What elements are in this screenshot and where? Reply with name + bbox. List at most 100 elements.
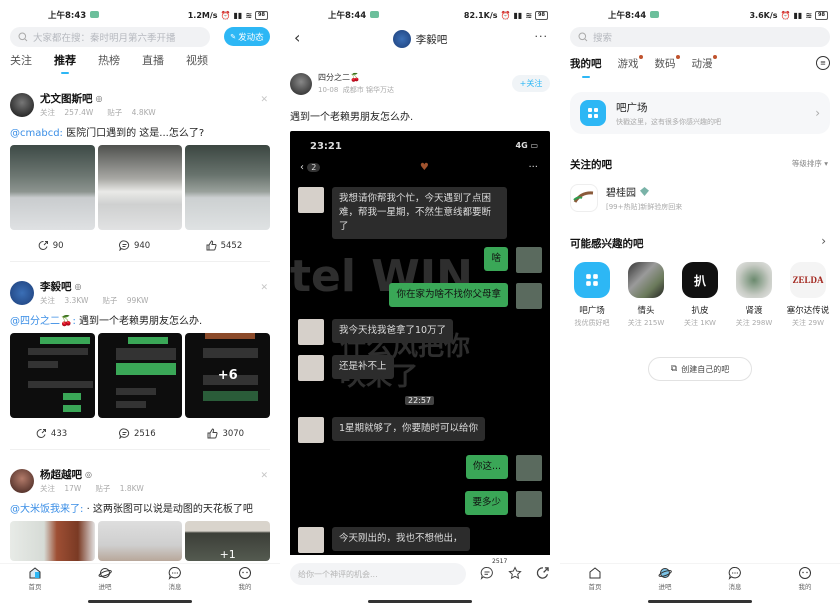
recommended-forum[interactable]: 扒 扒皮 关注 1KW: [676, 262, 724, 328]
home-indicator[interactable]: [648, 600, 752, 603]
recommended-forum[interactable]: 吧广场 找优质好吧: [568, 262, 616, 328]
sign-in-icon[interactable]: ≡: [816, 56, 830, 70]
forum-avatar[interactable]: [10, 280, 34, 305]
phone-home-feed: 上午8:43 1.2M/s ⏰ ▮▮ ≋ 98 大家都在搜：秦时明月第六季开播 ✎ 发动态…: [0, 0, 280, 607]
mention-link[interactable]: @四分之二🍒:: [10, 316, 76, 327]
search-input[interactable]: 大家都在搜：秦时明月第六季开播: [10, 27, 210, 47]
level-badge-icon: [640, 187, 649, 196]
close-icon[interactable]: ✕: [260, 283, 268, 293]
comments-button[interactable]: 2517: [480, 558, 507, 584]
close-icon[interactable]: ✕: [260, 95, 268, 105]
share-button[interactable]: [536, 565, 550, 584]
tab-video[interactable]: 视频: [186, 52, 208, 74]
post-text: 遇到一个老赖男朋友怎么办.: [290, 112, 414, 123]
home-indicator[interactable]: [88, 600, 192, 603]
forum-avatar[interactable]: [10, 468, 34, 493]
feed-post[interactable]: 杨超越吧 ◎ 关注 17W 贴子 1.8KW ✕ @大米饭我来了: · 这两张图可以…: [0, 467, 280, 561]
forum-title: 李毅吧: [415, 33, 448, 46]
nav-messages[interactable]: 消息: [728, 566, 742, 593]
chevron-right-icon[interactable]: ›: [821, 234, 826, 248]
sort-dropdown[interactable]: 等级排序 ▾: [792, 158, 828, 169]
post-image[interactable]: [10, 521, 95, 561]
author-name[interactable]: 四分之二🍒: [318, 72, 394, 83]
forum-name: 塞尔达传说: [786, 306, 830, 316]
tab-recommend[interactable]: 推荐: [54, 52, 76, 74]
forum-logo: [736, 262, 772, 298]
home-indicator[interactable]: [368, 600, 472, 603]
more-options-icon[interactable]: ···: [535, 30, 549, 43]
comment-icon: [480, 566, 493, 580]
author-avatar[interactable]: [290, 72, 312, 95]
share-button[interactable]: 433: [36, 428, 67, 439]
notification-dot: [675, 55, 680, 59]
nav-forums[interactable]: 进吧: [98, 566, 112, 593]
nav-home[interactable]: 首页: [28, 566, 42, 593]
tab-digital[interactable]: 数码: [655, 55, 680, 78]
more-images-count: +1: [219, 548, 236, 561]
comment-button[interactable]: 2516: [119, 428, 156, 439]
recommended-forum[interactable]: 情头 关注 215W: [622, 262, 670, 328]
network-speed: 1.2M/s: [187, 10, 218, 20]
like-button[interactable]: 3070: [207, 428, 244, 439]
post-image[interactable]: [10, 145, 95, 230]
nav-messages-label: 消息: [168, 583, 182, 591]
nav-messages[interactable]: 消息: [168, 566, 182, 593]
recommended-forum[interactable]: ZELDA 塞尔达传说 关注 29W: [784, 262, 832, 328]
forum-header[interactable]: 李毅吧: [280, 30, 560, 48]
tab-live[interactable]: 直播: [142, 52, 164, 74]
nav-profile[interactable]: 我的: [238, 566, 252, 593]
like-button[interactable]: 5452: [206, 240, 242, 251]
chat-message: 你在家为啥不找你父母拿: [389, 283, 542, 309]
mention-link[interactable]: @cmabcd:: [10, 128, 63, 139]
post-image[interactable]: [10, 333, 95, 418]
verified-icon: ◎: [85, 470, 92, 479]
nav-home[interactable]: 首页: [588, 566, 602, 593]
share-count: 433: [50, 428, 68, 439]
nav-profile[interactable]: 我的: [798, 566, 812, 593]
forum-name[interactable]: 李毅吧: [40, 279, 72, 294]
message-notification-icon: [90, 11, 100, 18]
tab-anime[interactable]: 动漫: [692, 55, 717, 78]
comment-count: 2517: [492, 557, 508, 565]
post-button-label: 发动态: [238, 32, 264, 43]
share-button[interactable]: 90: [38, 240, 64, 251]
followed-forum-item[interactable]: 碧桂园 [99+热贴]新鲜验房回来: [570, 184, 682, 212]
create-forum-button[interactable]: ⧉ 创建自己的吧: [648, 357, 752, 381]
divider: [10, 261, 270, 262]
thumbs-up-icon: [206, 240, 217, 251]
forum-name[interactable]: 尤文图斯吧: [40, 91, 93, 106]
post-button[interactable]: ✎ 发动态: [224, 27, 270, 46]
post-image[interactable]: [185, 145, 271, 230]
recommended-forum[interactable]: 肾渡 关注 298W: [730, 262, 778, 328]
post-image[interactable]: [97, 145, 183, 230]
search-input[interactable]: 搜索: [570, 27, 830, 47]
nav-forums[interactable]: 进吧: [658, 566, 672, 593]
follow-button[interactable]: +关注: [512, 75, 550, 92]
home-icon: [29, 567, 41, 579]
status-bar: 上午8:43 1.2M/s ⏰ ▮▮ ≋ 98: [0, 0, 280, 30]
favorite-button[interactable]: [508, 565, 522, 584]
nav-profile-label: 我的: [798, 583, 812, 591]
tab-my-forums[interactable]: 我的吧: [570, 56, 602, 78]
close-icon[interactable]: ✕: [260, 471, 268, 481]
forum-name[interactable]: 杨超越吧: [40, 467, 82, 482]
post-image[interactable]: [97, 521, 183, 561]
chat-screenshot-image[interactable]: 23:214G ▭ ‹ 2♥··· tel WIN 什么风把你 吹来了 我想请你…: [290, 131, 550, 566]
feed-post[interactable]: 尤文图斯吧 ◎ 关注 257.4W 贴子 4.8KW ✕ @cmabcd: 医院门口…: [0, 91, 280, 262]
forum-avatar[interactable]: [10, 92, 34, 117]
post-image[interactable]: +6: [185, 333, 271, 418]
post-image[interactable]: +1: [185, 521, 271, 561]
comment-input[interactable]: 给你一个神评的机会...: [290, 563, 466, 585]
tab-games[interactable]: 游戏: [618, 55, 643, 78]
battery-icon: 98: [535, 10, 548, 20]
recommended-forums: 吧广场 找优质好吧 情头 关注 215W 扒 扒皮 关注 1KW 肾渡 关注 298W …: [568, 262, 832, 328]
nav-forums-label: 进吧: [658, 583, 672, 591]
mention-link[interactable]: @大米饭我来了:: [10, 504, 83, 515]
post-image[interactable]: [97, 333, 183, 418]
forum-plaza-banner[interactable]: 吧广场 快戳这里，这有很多你感兴趣的吧 ›: [570, 92, 830, 134]
tab-hot[interactable]: 热榜: [98, 52, 120, 74]
feed-post[interactable]: 李毅吧 ◎ 关注 3.3KW 贴子 99KW ✕ @四分之二🍒: 遇到一个老赖男朋友…: [0, 279, 280, 450]
tab-follow[interactable]: 关注: [10, 52, 32, 74]
create-forum-label: 创建自己的吧: [681, 364, 730, 374]
comment-button[interactable]: 940: [119, 240, 150, 251]
